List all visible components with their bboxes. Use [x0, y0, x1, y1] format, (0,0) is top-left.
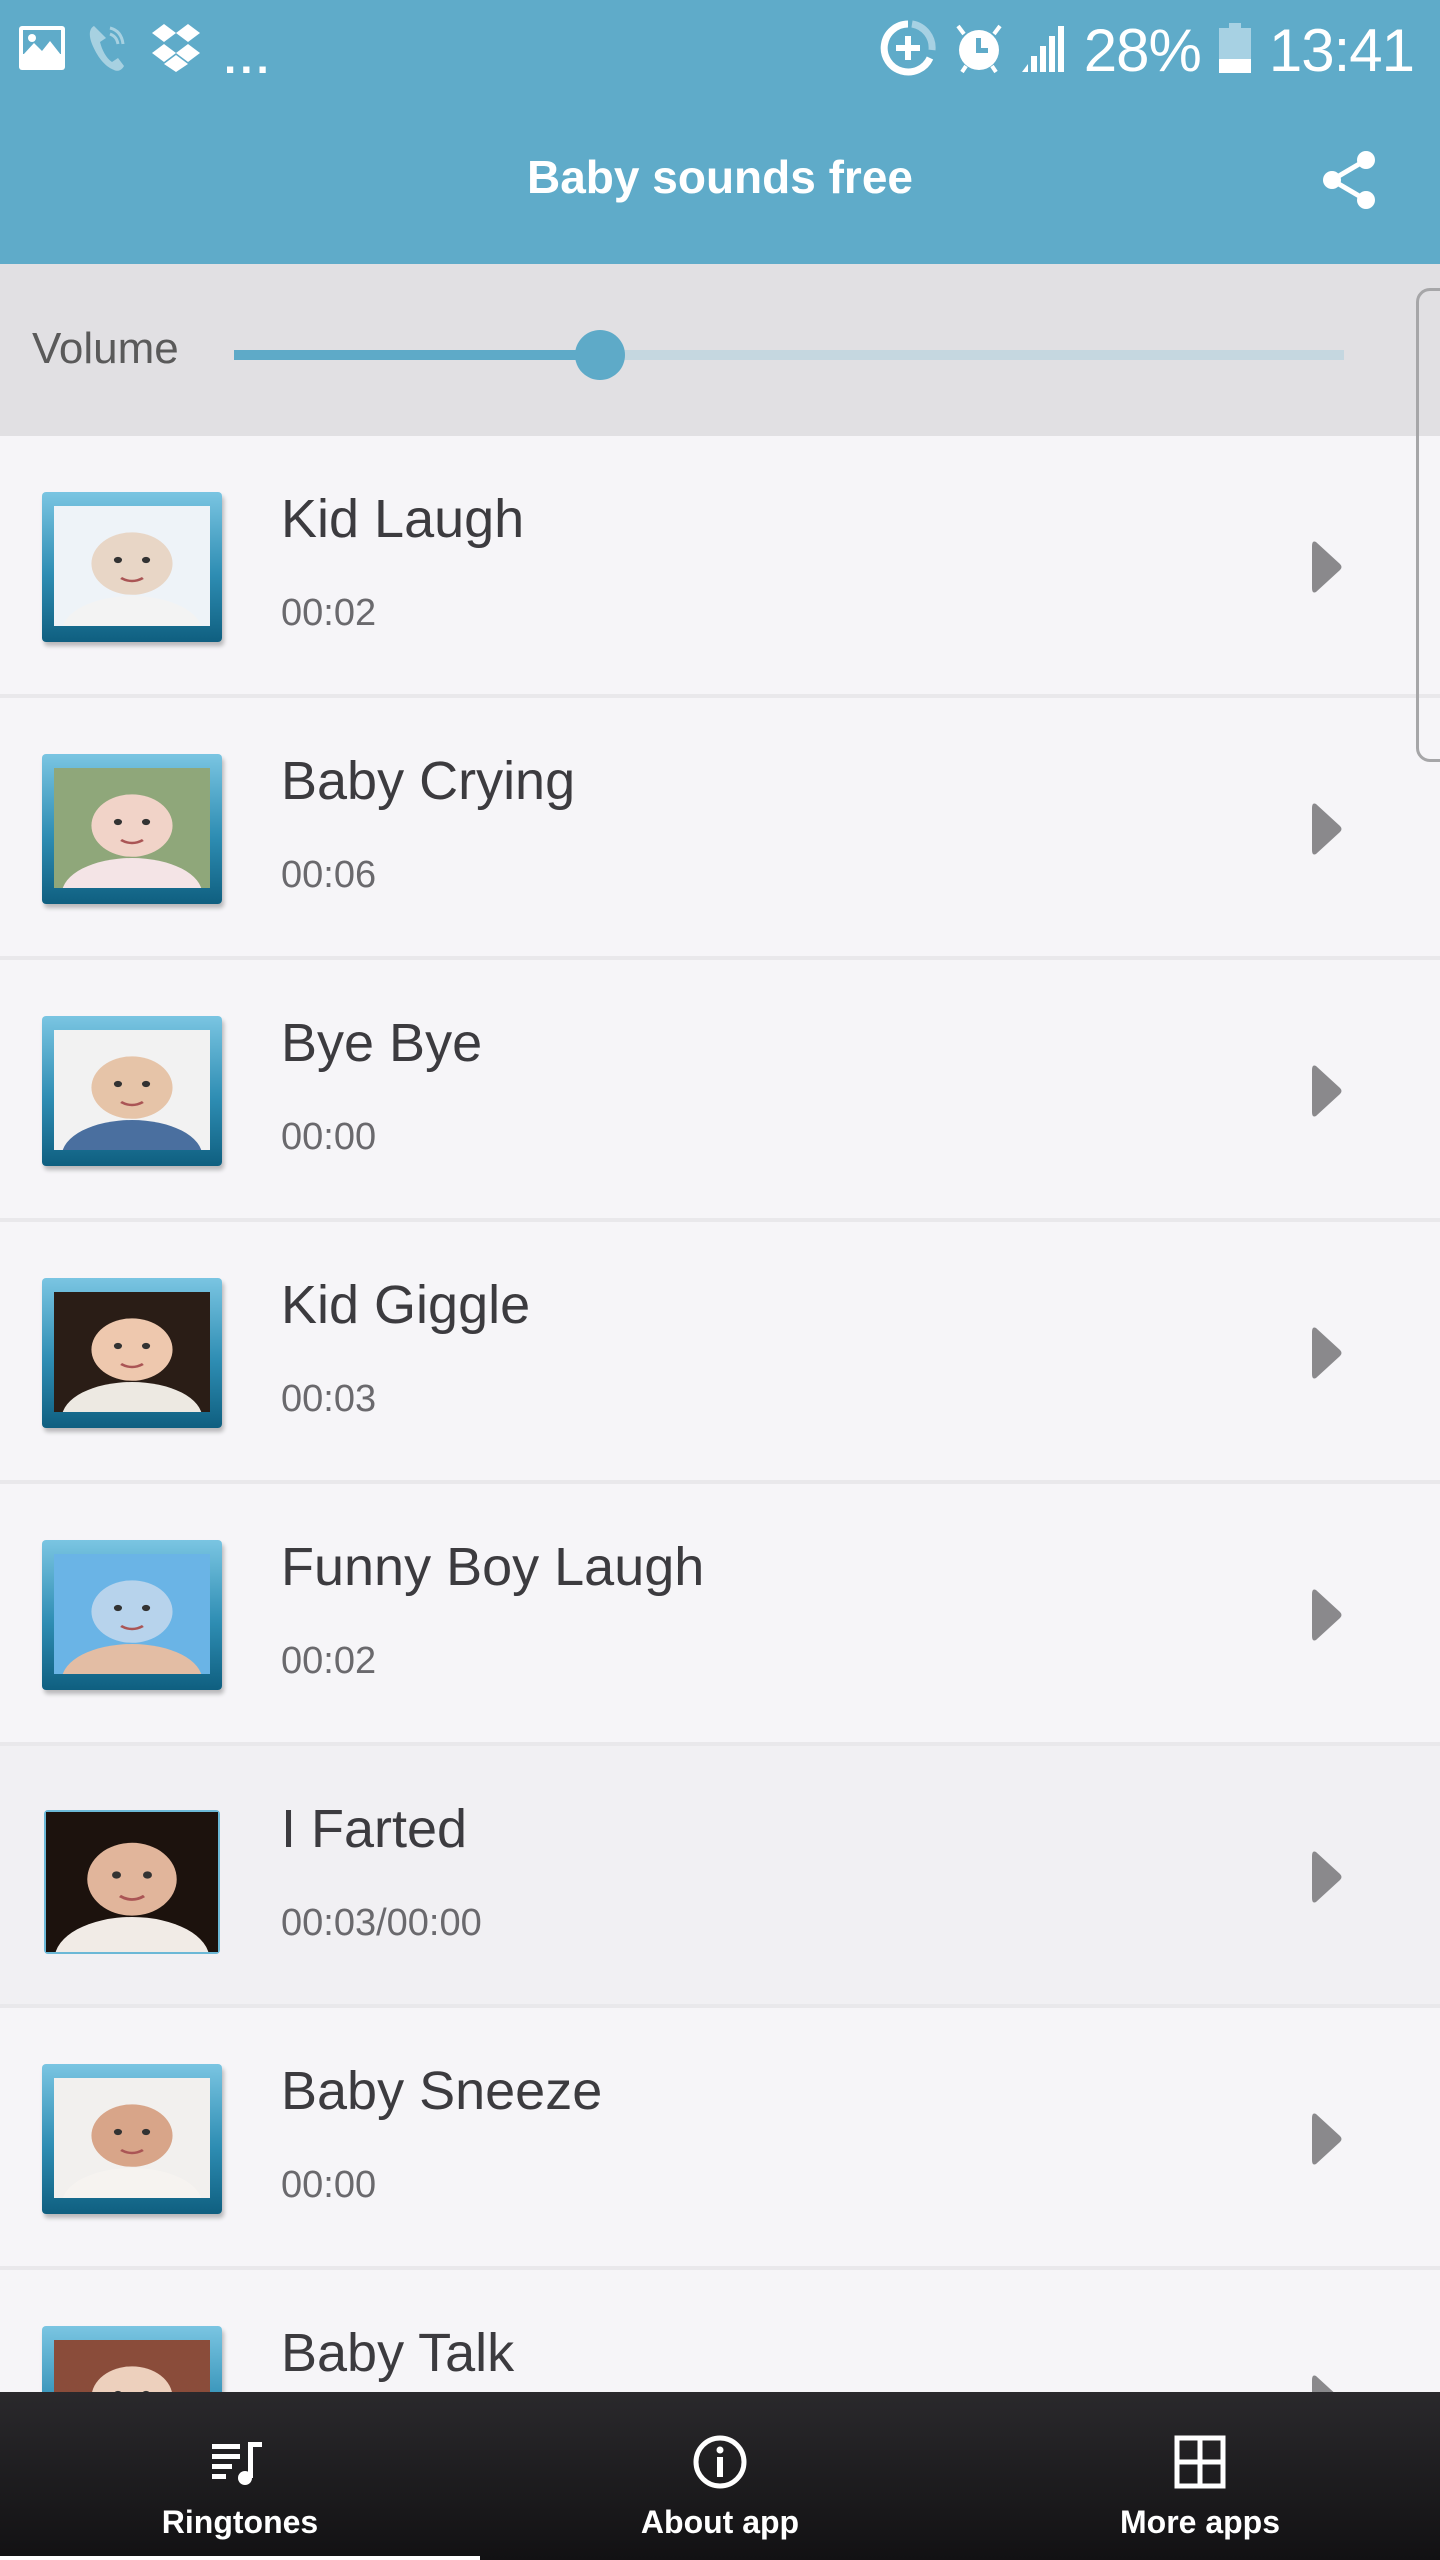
sound-thumbnail	[44, 1810, 220, 2001]
nav-more-apps-label: More apps	[1119, 2504, 1281, 2540]
baby-photo	[54, 1554, 210, 1716]
sound-duration: 00:06	[281, 854, 377, 896]
play-icon[interactable]	[1312, 1326, 1342, 1380]
nav-about-app-label: About app	[640, 2504, 800, 2540]
volume-slider[interactable]	[234, 330, 1344, 380]
sound-thumbnail	[42, 2064, 222, 2240]
app-bar: Baby sounds free	[0, 100, 1440, 264]
sound-thumbnail	[42, 1278, 222, 1454]
play-icon[interactable]	[1312, 1588, 1342, 1642]
sound-title: Funny Boy Laugh	[281, 1537, 705, 1597]
nav-ringtones[interactable]: Ringtones	[0, 2392, 480, 2560]
sound-title: Bye Bye	[281, 1013, 483, 1073]
sound-row[interactable]: I Farted 00:03/00:00	[0, 1746, 1440, 2012]
info-icon	[693, 2435, 747, 2489]
sound-thumbnail	[42, 754, 222, 930]
status-bar: ... 28% 13:41	[0, 0, 1440, 100]
baby-photo	[54, 2078, 210, 2240]
play-icon[interactable]	[1312, 1064, 1342, 1118]
sound-title: I Farted	[281, 1799, 468, 1859]
dropbox-icon	[150, 23, 202, 77]
scroll-indicator[interactable]	[1416, 288, 1440, 762]
volume-label: Volume	[32, 324, 179, 373]
sound-thumbnail	[42, 492, 222, 668]
sound-title: Kid Giggle	[281, 1275, 531, 1335]
sound-row[interactable]: Funny Boy Laugh 00:02	[0, 1484, 1440, 1750]
volume-panel: Volume	[0, 264, 1440, 436]
sound-duration: 00:03/00:00	[281, 1902, 482, 1944]
selected-tab-indicator	[0, 2556, 480, 2560]
sound-duration: 00:00	[281, 1116, 377, 1158]
sound-row[interactable]: Baby Crying 00:06	[0, 698, 1440, 964]
baby-photo	[46, 1812, 218, 2001]
bottom-navigation: Ringtones About app More apps	[0, 2392, 1440, 2560]
gallery-icon	[18, 25, 66, 76]
sound-title: Baby Talk	[281, 2323, 515, 2383]
more-notifications-indicator: ...	[224, 34, 273, 83]
battery-percent: 28%	[1083, 16, 1202, 84]
sound-duration: 00:00	[281, 2164, 377, 2206]
baby-photo	[54, 1030, 210, 1192]
sound-title: Baby Crying	[281, 751, 576, 811]
play-icon[interactable]	[1312, 802, 1342, 856]
volume-slider-fill	[234, 350, 601, 360]
app-title: Baby sounds free	[527, 151, 913, 203]
baby-photo	[54, 768, 210, 930]
sound-duration: 00:02	[281, 592, 377, 634]
playlist-music-icon	[212, 2442, 262, 2485]
clock: 13:41	[1268, 16, 1415, 84]
battery-icon	[1218, 22, 1251, 78]
signal-icon	[1021, 24, 1066, 77]
data-saver-icon	[880, 20, 936, 81]
sound-title: Baby Sneeze	[281, 2061, 603, 2121]
sound-row[interactable]: Kid Giggle 00:03	[0, 1222, 1440, 1488]
nav-ringtones-label: Ringtones	[161, 2504, 319, 2540]
nav-about-app[interactable]: About app	[480, 2392, 960, 2560]
volume-slider-thumb[interactable]	[575, 330, 626, 380]
grid-icon	[1174, 2435, 1226, 2489]
play-icon[interactable]	[1312, 2112, 1342, 2166]
sound-row[interactable]: Kid Laugh 00:02	[0, 436, 1440, 702]
sound-duration: 00:02	[281, 1640, 377, 1682]
sound-list[interactable]: Kid Laugh 00:02 Baby Crying 00:06 Bye Bye 00:…	[0, 436, 1440, 2536]
baby-photo	[54, 1292, 210, 1454]
play-icon[interactable]	[1312, 1850, 1342, 1904]
sound-duration: 00:03	[281, 1378, 377, 1420]
share-icon	[1323, 151, 1375, 209]
sound-row[interactable]: Baby Sneeze 00:00	[0, 2008, 1440, 2274]
play-icon[interactable]	[1312, 540, 1342, 594]
sound-thumbnail	[42, 1540, 222, 1716]
sound-thumbnail	[42, 1016, 222, 1192]
sound-row[interactable]: Bye Bye 00:00	[0, 960, 1440, 1226]
baby-photo	[54, 506, 210, 668]
alarm-icon	[954, 20, 1004, 81]
phone-call-icon	[88, 22, 128, 79]
sound-title: Kid Laugh	[281, 489, 525, 549]
nav-more-apps[interactable]: More apps	[960, 2392, 1440, 2560]
share-button[interactable]	[1320, 148, 1380, 212]
